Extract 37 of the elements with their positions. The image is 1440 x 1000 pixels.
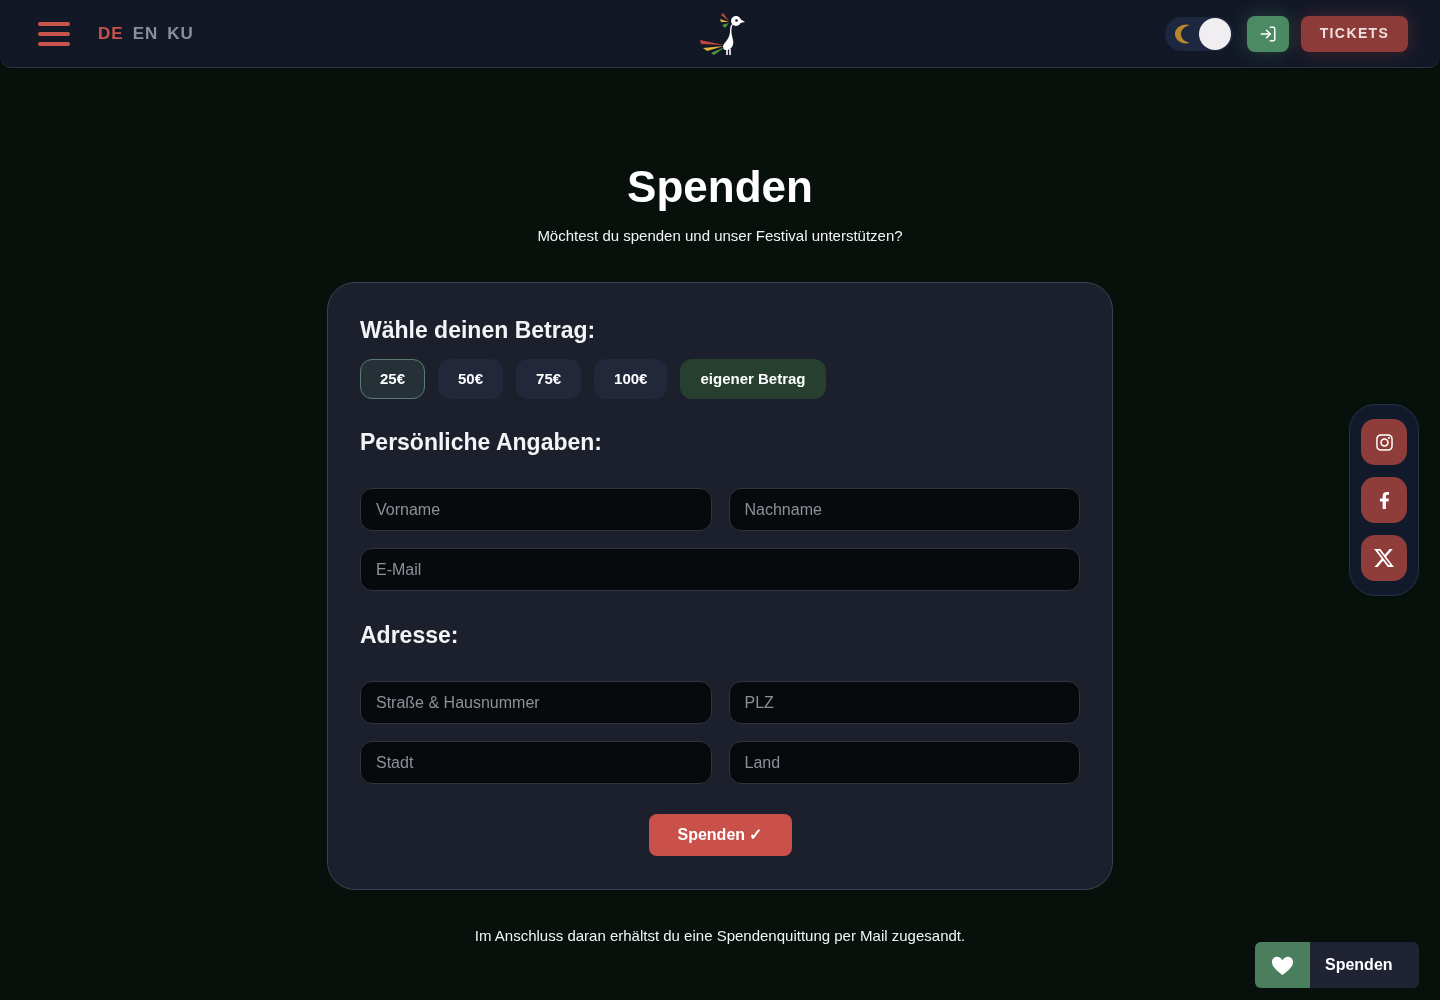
amount-option[interactable]: 75€: [516, 359, 582, 399]
page-subtitle: Möchtest du spenden und unser Festival unterstützen?: [537, 226, 903, 246]
toggle-knob: [1199, 17, 1231, 50]
section-heading: Adresse:: [360, 621, 460, 650]
section-heading: Persönliche Angaben:: [360, 428, 603, 457]
x-logo-icon: [1373, 547, 1395, 569]
amount-option[interactable]: 25€: [360, 359, 426, 399]
theme-toggle[interactable]: [1165, 16, 1233, 51]
input-field[interactable]: E-Mail: [360, 548, 1080, 591]
language-option[interactable]: DE: [98, 20, 124, 47]
page-title: Spenden: [627, 161, 813, 213]
section-heading: Wähle deinen Betrag:: [360, 316, 597, 345]
input-field[interactable]: Stadt: [360, 741, 712, 784]
language-option[interactable]: EN: [132, 20, 159, 47]
input-field[interactable]: Vorname: [360, 488, 712, 531]
amount-option[interactable]: 50€: [438, 359, 504, 399]
social-button[interactable]: [1361, 535, 1407, 581]
instagram-icon: [1374, 432, 1394, 452]
receipt-note: Im Anschluss daran erhältst du eine Spendenquittung per Mail zugesandt.: [474, 926, 966, 946]
amount-option[interactable]: eigener Betrag: [680, 359, 826, 399]
menu-icon: [38, 21, 70, 46]
login-button[interactable]: [1247, 15, 1289, 52]
moon-icon: [1174, 23, 1190, 44]
language-option[interactable]: KU: [167, 20, 194, 47]
menu-button[interactable]: [38, 21, 70, 46]
social-button[interactable]: [1361, 419, 1407, 465]
input-field[interactable]: Straße & Hausnummer: [360, 681, 712, 724]
submit-button[interactable]: Spenden ✓: [648, 814, 792, 856]
login-icon: [1259, 24, 1277, 43]
tickets-button[interactable]: TICKETS: [1301, 15, 1408, 52]
amount-option[interactable]: 100€: [594, 359, 668, 399]
input-field[interactable]: PLZ: [728, 681, 1080, 724]
bird-logo: [699, 12, 747, 55]
input-field[interactable]: Nachname: [728, 488, 1080, 531]
social-button[interactable]: [1361, 477, 1407, 523]
input-field[interactable]: Land: [728, 741, 1080, 784]
donate-tab-button[interactable]: Spenden: [1255, 942, 1419, 988]
